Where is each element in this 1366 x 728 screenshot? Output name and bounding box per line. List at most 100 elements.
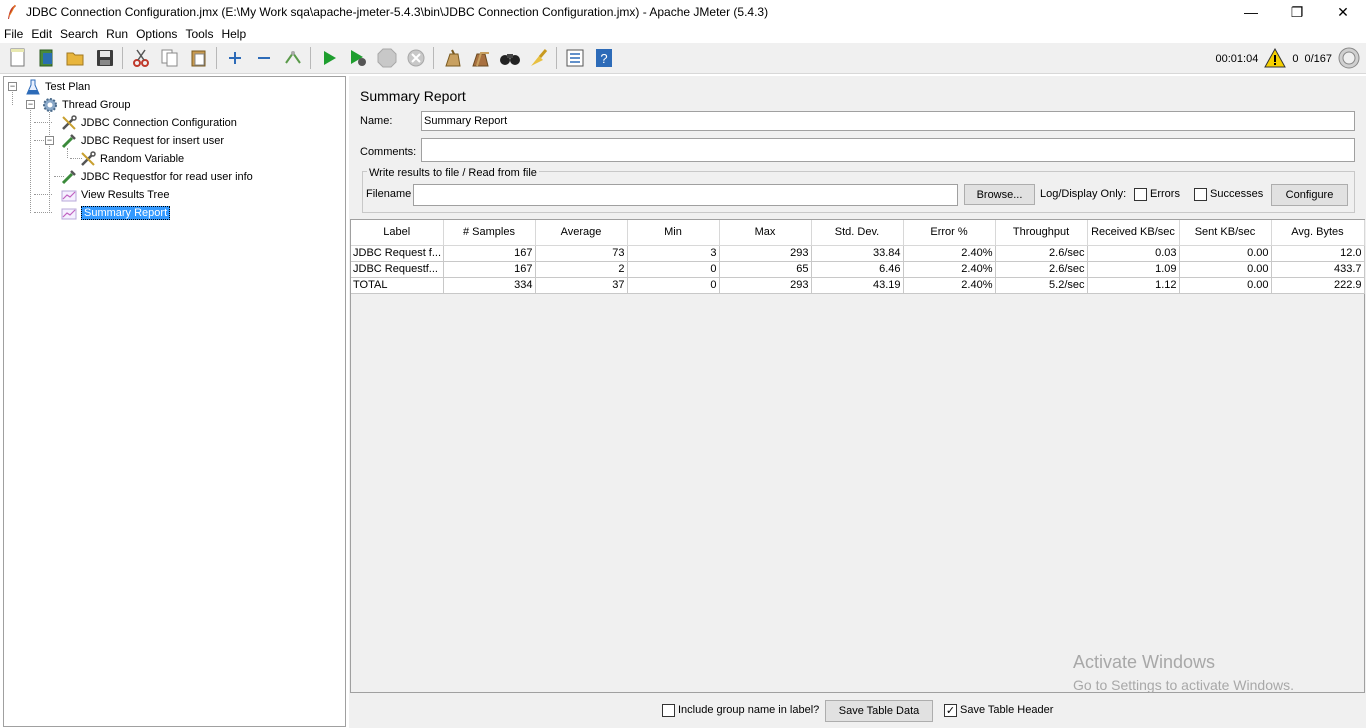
minimize-button[interactable]: — bbox=[1228, 0, 1274, 24]
save-table-data-button[interactable]: Save Table Data bbox=[825, 700, 933, 722]
table-cell: 0 bbox=[627, 277, 720, 294]
tree-item-summary-report[interactable]: Summary Report bbox=[60, 204, 171, 222]
table-cell: 167 bbox=[443, 245, 536, 262]
table-cell: TOTAL bbox=[351, 277, 444, 294]
menu-edit[interactable]: Edit bbox=[27, 27, 56, 41]
errors-checkbox[interactable] bbox=[1134, 188, 1147, 201]
tree-item-jdbc-request-read[interactable]: JDBC Requestfor for read user info bbox=[60, 168, 253, 186]
stop-icon[interactable] bbox=[375, 46, 399, 70]
summary-report-panel: Summary Report Name: Comments: Write res… bbox=[349, 76, 1366, 728]
table-cell: 222.9 bbox=[1271, 277, 1365, 294]
column-header[interactable]: Received KB/sec bbox=[1087, 220, 1180, 246]
collapse-toggle[interactable]: − bbox=[8, 82, 17, 91]
jmeter-feather-icon bbox=[4, 4, 20, 20]
open-icon[interactable] bbox=[64, 46, 88, 70]
menu-tools[interactable]: Tools bbox=[181, 27, 217, 41]
copy-icon[interactable] bbox=[158, 46, 182, 70]
save-icon[interactable] bbox=[93, 46, 117, 70]
tree-item-label: Random Variable bbox=[100, 153, 185, 165]
menu-options[interactable]: Options bbox=[132, 27, 181, 41]
toolbar: ? 00:01:04 0 0/167 bbox=[0, 43, 1366, 74]
include-group-checkbox[interactable] bbox=[662, 704, 675, 717]
active-threads: 0/167 bbox=[1304, 53, 1332, 65]
table-header-row: Label # Samples Average Min Max Std. Dev… bbox=[351, 220, 1365, 246]
tree-item-jdbc-request-insert[interactable]: JDBC Request for insert user bbox=[60, 132, 224, 150]
tree-item-thread-group[interactable]: Thread Group bbox=[41, 96, 130, 114]
tree-item-test-plan[interactable]: Test Plan bbox=[24, 78, 90, 96]
templates-icon[interactable] bbox=[35, 46, 59, 70]
collapse-toggle[interactable]: − bbox=[45, 136, 54, 145]
search-icon[interactable] bbox=[498, 46, 522, 70]
menu-search[interactable]: Search bbox=[56, 27, 102, 41]
graph-icon bbox=[60, 204, 78, 222]
collapse-toggle[interactable]: − bbox=[26, 100, 35, 109]
column-header[interactable]: Throughput bbox=[995, 220, 1088, 246]
collapse-all-icon[interactable] bbox=[252, 46, 276, 70]
thread-status-icon bbox=[1338, 47, 1360, 72]
wrench-icon bbox=[60, 114, 78, 132]
start-no-pauses-icon[interactable] bbox=[346, 46, 370, 70]
bottom-bar: Include group name in label? Save Table … bbox=[349, 696, 1366, 726]
table-row[interactable]: TOTAL 334 37 0 293 43.19 2.40% 5.2/sec 1… bbox=[351, 277, 1365, 294]
table-row[interactable]: JDBC Requestf... 167 2 0 65 6.46 2.40% 2… bbox=[351, 261, 1365, 278]
clear-icon[interactable] bbox=[440, 46, 464, 70]
cut-icon[interactable] bbox=[129, 46, 153, 70]
pipette-icon bbox=[60, 132, 78, 150]
window-title: JDBC Connection Configuration.jmx (E:\My… bbox=[26, 5, 769, 19]
paste-icon[interactable] bbox=[187, 46, 211, 70]
filename-field[interactable] bbox=[413, 184, 958, 206]
menu-file[interactable]: File bbox=[0, 27, 27, 41]
tree-item-label: Summary Report bbox=[81, 206, 171, 220]
browse-button[interactable]: Browse... bbox=[964, 184, 1035, 205]
table-cell: 65 bbox=[719, 261, 812, 278]
expand-all-icon[interactable] bbox=[223, 46, 247, 70]
tree-item-label: JDBC Request for insert user bbox=[81, 135, 225, 147]
tree-item-label: View Results Tree bbox=[81, 189, 170, 201]
elapsed-time: 00:01:04 bbox=[1215, 53, 1259, 65]
table-cell: 293 bbox=[719, 245, 812, 262]
include-group-label: Include group name in label? bbox=[678, 704, 820, 716]
title-bar: JDBC Connection Configuration.jmx (E:\My… bbox=[0, 0, 1366, 24]
comments-label: Comments: bbox=[360, 146, 417, 158]
name-field[interactable] bbox=[421, 111, 1355, 131]
close-button[interactable]: ✕ bbox=[1320, 0, 1366, 24]
table-row[interactable]: JDBC Request f... 167 73 3 293 33.84 2.4… bbox=[351, 245, 1365, 262]
save-table-header-checkbox[interactable]: ✓ bbox=[944, 704, 957, 717]
column-header[interactable]: Error % bbox=[903, 220, 996, 246]
column-header[interactable]: Min bbox=[627, 220, 720, 246]
test-plan-tree: − − − Test Plan Thread Group JDBC Connec… bbox=[3, 76, 346, 727]
comments-field[interactable] bbox=[421, 138, 1355, 162]
successes-checkbox[interactable] bbox=[1194, 188, 1207, 201]
column-header[interactable]: Sent KB/sec bbox=[1179, 220, 1272, 246]
table-cell: 2.6/sec bbox=[995, 245, 1088, 262]
function-helper-icon[interactable] bbox=[563, 46, 587, 70]
tree-item-jdbc-connection-config[interactable]: JDBC Connection Configuration bbox=[60, 114, 237, 132]
column-header[interactable]: Average bbox=[535, 220, 628, 246]
restore-button[interactable]: ❐ bbox=[1274, 0, 1320, 24]
new-icon[interactable] bbox=[6, 46, 30, 70]
configure-button[interactable]: Configure bbox=[1271, 184, 1348, 206]
menu-help[interactable]: Help bbox=[217, 27, 250, 41]
help-icon[interactable]: ? bbox=[592, 46, 616, 70]
start-icon[interactable] bbox=[317, 46, 341, 70]
table-cell: 37 bbox=[535, 277, 628, 294]
column-header[interactable]: Label bbox=[351, 220, 444, 246]
graph-icon bbox=[60, 186, 78, 204]
warning-icon[interactable] bbox=[1264, 47, 1287, 71]
toggle-icon[interactable] bbox=[281, 46, 305, 70]
warning-count: 0 bbox=[1292, 53, 1299, 65]
clear-all-icon[interactable] bbox=[469, 46, 493, 70]
column-header[interactable]: Std. Dev. bbox=[811, 220, 904, 246]
tree-item-view-results-tree[interactable]: View Results Tree bbox=[60, 186, 169, 204]
column-header[interactable]: Max bbox=[719, 220, 812, 246]
table-cell: 43.19 bbox=[811, 277, 904, 294]
column-header[interactable]: # Samples bbox=[443, 220, 536, 246]
tree-item-label: Test Plan bbox=[45, 81, 91, 93]
menu-run[interactable]: Run bbox=[102, 27, 132, 41]
filename-label: Filename bbox=[366, 188, 412, 200]
reset-search-icon[interactable] bbox=[527, 46, 551, 70]
shutdown-icon[interactable] bbox=[404, 46, 428, 70]
table-cell: 2.40% bbox=[903, 277, 996, 294]
tree-item-random-variable[interactable]: Random Variable bbox=[79, 150, 184, 168]
column-header[interactable]: Avg. Bytes bbox=[1271, 220, 1365, 246]
